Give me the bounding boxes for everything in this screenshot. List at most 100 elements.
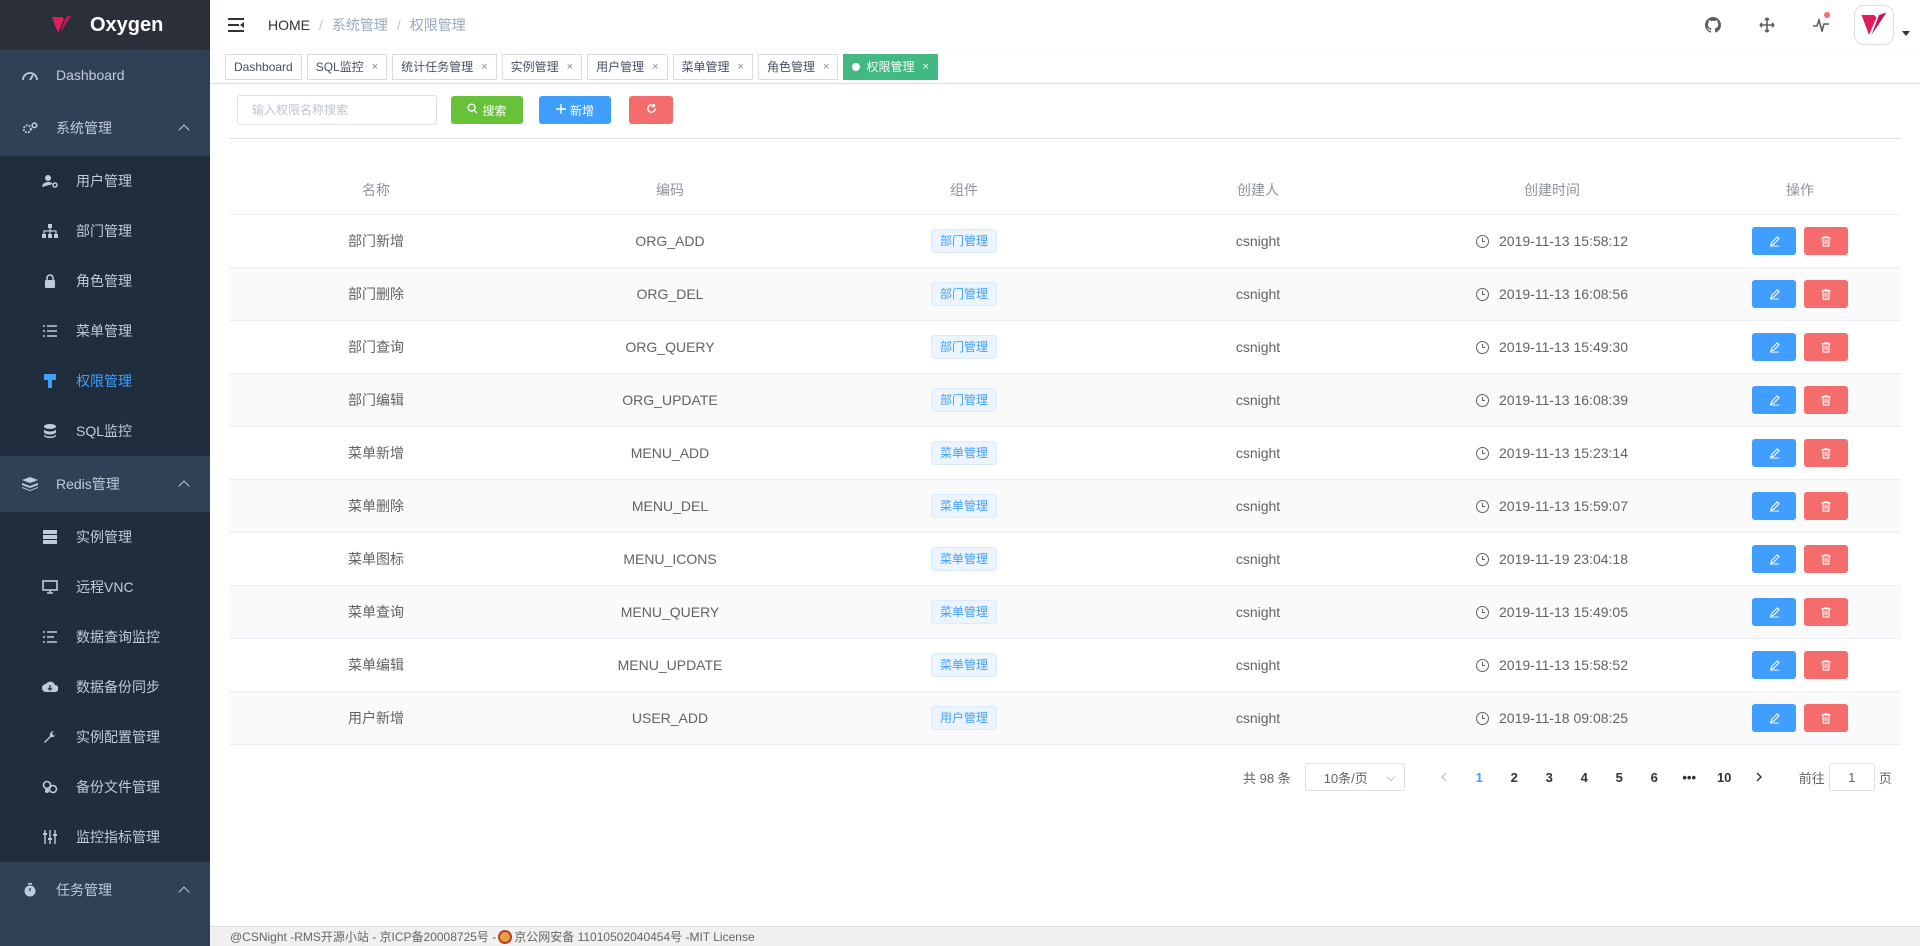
breadcrumb-section[interactable]: 系统管理 — [332, 15, 388, 35]
search-button[interactable]: 搜索 — [451, 96, 523, 124]
hamburger-icon[interactable] — [228, 18, 244, 32]
search-button-label: 搜索 — [482, 103, 507, 118]
footer-text[interactable]: @CSNight -RMS开源小站 - 京ICP备20008725号 - — [230, 928, 496, 945]
column-header[interactable]: 编码 — [523, 180, 817, 200]
sidebar-item[interactable]: 备份文件管理 — [0, 762, 210, 812]
delete-button[interactable] — [1804, 651, 1848, 679]
page-number[interactable]: 3 — [1532, 763, 1567, 791]
delete-button[interactable] — [1804, 545, 1848, 573]
fullscreen-icon[interactable] — [1740, 0, 1794, 50]
toolbar-divider — [229, 138, 1901, 139]
sidebar-item[interactable]: 角色管理 — [0, 256, 210, 306]
delete-button[interactable] — [1804, 704, 1848, 732]
sidebar-item[interactable]: 监控指标管理 — [0, 812, 210, 862]
close-icon[interactable]: × — [481, 61, 487, 73]
edit-button[interactable] — [1752, 598, 1796, 626]
sidebar-item[interactable]: 实例管理 — [0, 512, 210, 562]
edit-button[interactable] — [1752, 704, 1796, 732]
goto-page-input[interactable] — [1828, 763, 1875, 791]
sidebar-item[interactable]: 数据查询监控 — [0, 612, 210, 662]
delete-button[interactable] — [1804, 227, 1848, 255]
column-header[interactable]: 名称 — [229, 180, 523, 200]
clock-icon — [1476, 393, 1490, 407]
delete-button[interactable] — [1804, 386, 1848, 414]
close-icon[interactable]: × — [567, 61, 573, 73]
breadcrumb-separator: / — [319, 17, 323, 33]
tab-tag-label: Dashboard — [234, 59, 293, 74]
sidebar-item[interactable]: Dashboard — [0, 50, 210, 100]
sidebar-item[interactable]: SQL监控 — [0, 406, 210, 456]
logo[interactable]: Oxygen — [0, 0, 210, 50]
close-icon[interactable]: × — [922, 61, 928, 73]
sidebar-item[interactable]: Redis管理 — [0, 456, 210, 512]
edit-button[interactable] — [1752, 386, 1796, 414]
page-number[interactable]: 10 — [1707, 763, 1742, 791]
page-size-select[interactable]: 10条/页 — [1304, 763, 1405, 791]
cell-actions — [1699, 280, 1901, 308]
edit-button[interactable] — [1752, 439, 1796, 467]
tab-tag[interactable]: 角色管理 × — [757, 53, 839, 80]
sidebar-item[interactable]: 部门管理 — [0, 206, 210, 256]
breadcrumb-home[interactable]: HOME — [268, 17, 310, 33]
next-page-button[interactable] — [1742, 763, 1777, 791]
tab-tag[interactable]: 实例管理 × — [501, 53, 583, 80]
delete-button[interactable] — [1804, 280, 1848, 308]
sidebar-item[interactable]: 菜单管理 — [0, 306, 210, 356]
sidebar-item[interactable]: 远程VNC — [0, 562, 210, 612]
edit-button[interactable] — [1752, 492, 1796, 520]
avatar[interactable] — [1854, 5, 1894, 45]
page-number[interactable]: 2 — [1497, 763, 1532, 791]
chevron-up-icon — [178, 886, 190, 898]
sidebar-item[interactable]: 任务管理 — [0, 862, 210, 918]
sidebar-item[interactable]: 系统管理 — [0, 100, 210, 156]
column-header[interactable]: 组件 — [817, 180, 1111, 200]
search-input[interactable] — [237, 95, 437, 125]
tab-tag-label: 实例管理 — [510, 60, 559, 74]
page-number[interactable]: 4 — [1567, 763, 1602, 791]
page-number[interactable]: 1 — [1462, 763, 1497, 791]
column-header[interactable]: 创建人 — [1111, 180, 1405, 200]
close-icon[interactable]: × — [372, 61, 378, 73]
sidebar-item[interactable]: 权限管理 — [0, 356, 210, 406]
sidebar-item-label: 数据备份同步 — [76, 679, 160, 695]
delete-button[interactable] — [1804, 598, 1848, 626]
pagination: 共 98 条 10条/页 123456•••10 前往 页 — [1243, 763, 1892, 791]
creator: csnight — [1235, 551, 1281, 567]
sidebar-item[interactable]: 数据备份同步 — [0, 662, 210, 712]
sidebar-item[interactable]: 实例配置管理 — [0, 712, 210, 762]
edit-button[interactable] — [1752, 227, 1796, 255]
clock-icon — [1476, 499, 1490, 513]
delete-button[interactable] — [1804, 439, 1848, 467]
more-pages-icon[interactable]: ••• — [1672, 763, 1707, 791]
close-icon[interactable]: × — [738, 61, 744, 73]
edit-button[interactable] — [1752, 333, 1796, 361]
footer-text[interactable]: 京公网安备 11010502040454号 -MIT License — [514, 928, 754, 945]
close-icon[interactable]: × — [652, 61, 658, 73]
cell-created: 2019-11-13 15:49:05 — [1405, 604, 1699, 620]
github-icon[interactable] — [1686, 0, 1740, 50]
sidebar-item[interactable]: 用户管理 — [0, 156, 210, 206]
page-number[interactable]: 5 — [1602, 763, 1637, 791]
sidebar-item-label: 备份文件管理 — [76, 779, 160, 795]
tab-tag[interactable]: 用户管理 × — [587, 53, 668, 80]
edit-button[interactable] — [1752, 545, 1796, 573]
tab-tag[interactable]: 菜单管理 × — [672, 53, 753, 80]
close-icon[interactable]: × — [823, 61, 829, 73]
cell-component: 菜单管理 — [817, 600, 1111, 624]
delete-button[interactable] — [1804, 333, 1848, 361]
edit-button[interactable] — [1752, 651, 1796, 679]
activity-icon[interactable] — [1794, 0, 1848, 50]
page-number[interactable]: 6 — [1637, 763, 1672, 791]
tab-tag[interactable]: Dashboard — [225, 53, 302, 80]
tab-tag[interactable]: 统计任务管理 × — [392, 53, 497, 80]
avatar-caret-icon[interactable] — [1902, 30, 1910, 36]
edit-button[interactable] — [1752, 280, 1796, 308]
tab-tag[interactable]: SQL监控 × — [306, 53, 388, 80]
prev-page-button[interactable] — [1427, 763, 1462, 791]
delete-button[interactable] — [1804, 492, 1848, 520]
cell-creator: csnight — [1111, 498, 1405, 514]
tab-tag[interactable]: 权限管理 × — [843, 53, 938, 80]
column-header[interactable]: 创建时间 — [1405, 180, 1699, 200]
add-button[interactable]: 新增 — [539, 96, 611, 124]
refresh-button[interactable] — [629, 96, 673, 124]
